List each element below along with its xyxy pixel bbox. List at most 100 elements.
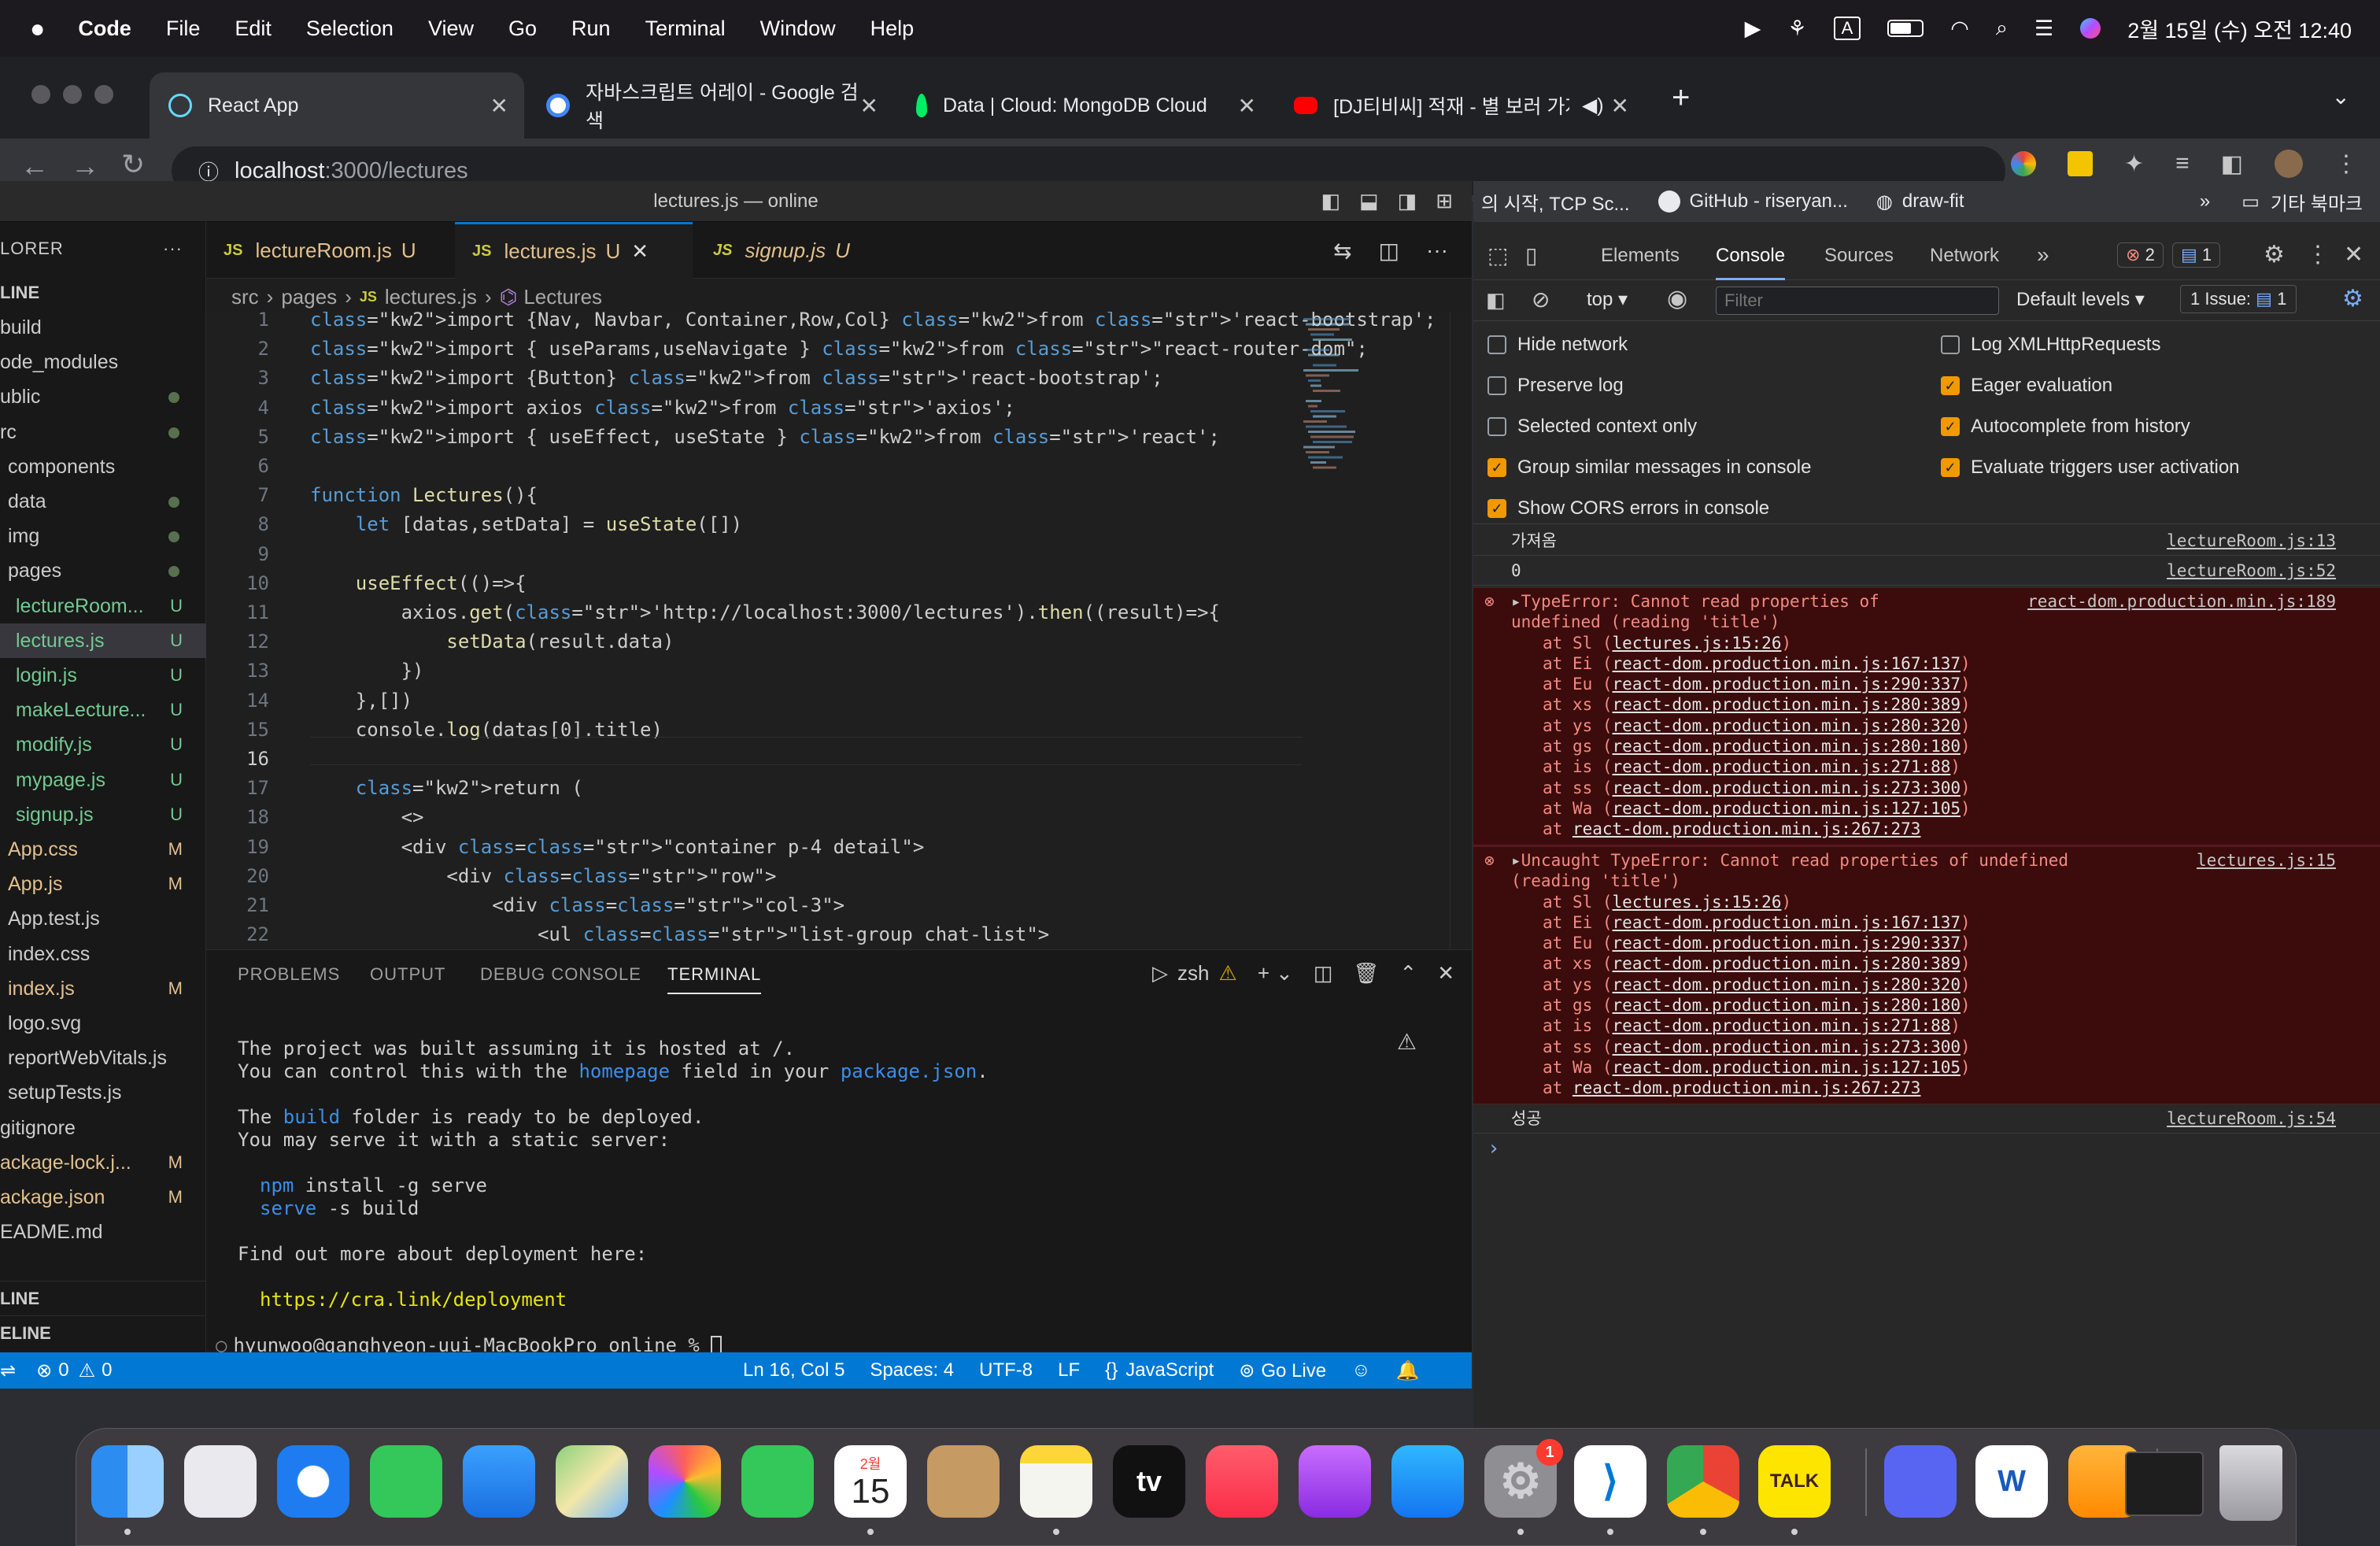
chevron-down-icon[interactable]: ⌄	[1276, 961, 1293, 986]
console-setting-checkbox[interactable]: ✓ Evaluate triggers user activation	[1941, 457, 2240, 479]
file-tree-item[interactable]: components	[0, 449, 206, 484]
browser-tab[interactable]: React App ✕	[150, 72, 524, 139]
more-bookmarks-icon[interactable]: »	[2200, 190, 2210, 213]
forward-icon[interactable]: →	[71, 150, 99, 183]
checkbox-checked-icon[interactable]: ✓	[1941, 417, 1960, 436]
breadcrumb-item[interactable]: lectures.js	[385, 285, 477, 309]
menu-terminal[interactable]: Terminal	[645, 17, 726, 41]
settings-gear-icon[interactable]: ⚙	[2264, 241, 2285, 268]
warning-icon[interactable]: ⚠	[79, 1359, 96, 1382]
browser-tab[interactable]: Data | Cloud: MongoDB Cloud ✕	[897, 72, 1272, 139]
menu-kebab-icon[interactable]: ⋮	[2334, 150, 2358, 178]
maximize-panel-icon[interactable]: ⌃	[1399, 961, 1417, 986]
reload-icon[interactable]: ↻	[121, 148, 145, 181]
toggle-panel-icon[interactable]: ⬓	[1359, 189, 1379, 213]
file-tree-item[interactable]: build	[0, 310, 206, 345]
stack-frame-link[interactable]: react-dom.production.min.js:127:105	[1613, 799, 1961, 818]
file-tree-item[interactable]: reportWebVitals.js	[0, 1041, 206, 1075]
menu-run[interactable]: Run	[571, 17, 611, 41]
context-selector[interactable]: top ▾	[1587, 288, 1628, 311]
file-tree-item[interactable]: rc	[0, 415, 206, 449]
feedback-icon[interactable]: ☺	[1351, 1359, 1371, 1381]
appletv-icon[interactable]: tv	[1113, 1445, 1185, 1518]
chrome-icon[interactable]	[1667, 1445, 1739, 1518]
console-setting-checkbox[interactable]: Log XMLHttpRequests	[1941, 334, 2160, 356]
checkbox-unchecked-icon[interactable]	[1488, 376, 1506, 395]
split-terminal-icon[interactable]: ◫	[1314, 961, 1333, 986]
file-tree-item[interactable]: index.css	[0, 937, 206, 971]
encoding[interactable]: UTF-8	[979, 1359, 1033, 1381]
file-tree-item[interactable]: EADME.md	[0, 1215, 206, 1249]
live-expression-eye-icon[interactable]: ◉	[1667, 285, 1687, 313]
safari-icon[interactable]	[277, 1445, 349, 1518]
messages-icon[interactable]	[370, 1445, 442, 1518]
extension-yellow-icon[interactable]	[2067, 151, 2093, 176]
log-source-link[interactable]: lectureRoom.js:52	[2167, 556, 2336, 586]
expand-arrow-icon[interactable]: ▸	[1511, 851, 1521, 870]
file-tree-item[interactable]: login.js U	[0, 658, 206, 693]
extensions-puzzle-icon[interactable]: ✦	[2124, 150, 2144, 178]
stack-frame-link[interactable]: lectures.js:15:26	[1613, 893, 1782, 912]
stack-frame-link[interactable]: react-dom.production.min.js:280:389	[1613, 695, 1961, 714]
menu-go[interactable]: Go	[508, 17, 537, 41]
menu-file[interactable]: File	[166, 17, 201, 41]
checkbox-checked-icon[interactable]: ✓	[1488, 499, 1506, 518]
code-editor[interactable]: 1 class="kw2">import {Nav, Navbar, Contai…	[206, 312, 1472, 949]
clear-console-icon[interactable]: ⊘	[1532, 287, 1550, 313]
avatar[interactable]	[2275, 150, 2303, 178]
language-mode[interactable]: {} JavaScript	[1105, 1359, 1214, 1381]
window-zoom-icon[interactable]	[94, 85, 113, 104]
battery-icon[interactable]	[1887, 20, 1924, 37]
breadcrumb-item[interactable]: Lectures	[523, 285, 602, 309]
file-tree-item[interactable]: lectureRoom... U	[0, 589, 206, 623]
other-bookmarks[interactable]: 기타 북마크	[2271, 188, 2363, 216]
toggle-secondary-sidebar-icon[interactable]: ◨	[1398, 189, 1417, 213]
side-panel-icon[interactable]: ◧	[2221, 150, 2243, 178]
checkbox-checked-icon[interactable]: ✓	[1941, 376, 1960, 395]
tab-network[interactable]: Network	[1930, 231, 1999, 280]
stack-frame-link[interactable]: lectures.js:15:26	[1613, 634, 1782, 653]
file-tree-item[interactable]: lectures.js U	[0, 623, 206, 658]
bookmark-item[interactable]: GitHub - riseryan...	[1690, 190, 1848, 213]
console-setting-checkbox[interactable]: Selected context only	[1488, 416, 1697, 438]
minimized-window-thumbnail[interactable]	[2125, 1452, 2204, 1516]
split-editor-icon[interactable]: ◫	[1379, 238, 1399, 264]
speaker-icon[interactable]: ◀)	[1582, 94, 1604, 117]
stack-frame-link[interactable]: react-dom.production.min.js:280:320	[1613, 716, 1961, 735]
shell-name[interactable]: zsh	[1177, 961, 1209, 986]
apple-icon[interactable]: ●	[30, 14, 45, 43]
log-source-link[interactable]: lectures.js:15	[2197, 850, 2336, 871]
close-panel-icon[interactable]: ✕	[1437, 961, 1454, 986]
line-ending[interactable]: LF	[1058, 1359, 1080, 1381]
notifications-icon[interactable]: 🔔	[1396, 1359, 1420, 1382]
error-icon[interactable]: ⊗	[36, 1359, 52, 1382]
console-setting-checkbox[interactable]: ✓ Group similar messages in console	[1488, 457, 1812, 479]
stack-frame-link[interactable]: react-dom.production.min.js:271:88	[1613, 1016, 1951, 1035]
photos-icon[interactable]	[649, 1445, 721, 1518]
wifi-icon[interactable]: ◠	[1950, 17, 1969, 41]
appstore-icon[interactable]	[1391, 1445, 1464, 1518]
file-tree-item[interactable]: ackage-lock.j... M	[0, 1145, 206, 1180]
device-toolbar-icon[interactable]: ▯	[1525, 242, 1537, 268]
search-icon[interactable]: ⌕	[1996, 16, 2008, 41]
console-log-entry[interactable]: 성공 lectureRoom.js:54	[1473, 1104, 2380, 1134]
menu-window[interactable]: Window	[760, 17, 836, 41]
go-live-button[interactable]: ⊚ Go Live	[1239, 1359, 1326, 1382]
tab-output[interactable]: OUTPUT	[370, 964, 445, 985]
file-tree-item[interactable]: gitignore	[0, 1111, 206, 1145]
console-error-entry[interactable]: ⊗ ▸Uncaught TypeError: Cannot read proper…	[1473, 846, 2380, 1104]
checkbox-checked-icon[interactable]: ✓	[1488, 458, 1506, 477]
close-tab-icon[interactable]: ✕	[1238, 93, 1256, 119]
menu-view[interactable]: View	[428, 17, 474, 41]
window-close-icon[interactable]	[31, 85, 50, 104]
cursor-position[interactable]: Ln 16, Col 5	[743, 1359, 844, 1381]
stack-frame-link[interactable]: react-dom.production.min.js:271:88	[1613, 757, 1951, 776]
browser-tab[interactable]: [DJ티비씨] 적재 - 별 보러 가자 ◀) ✕	[1275, 72, 1645, 139]
sidebar-toggle-icon[interactable]: ◧	[1486, 288, 1506, 313]
music-icon[interactable]	[1206, 1445, 1278, 1518]
editor-tab-lectures[interactable]: JS lectures.js U ✕	[455, 222, 693, 279]
extension-color-icon[interactable]	[2010, 151, 2036, 176]
finder-icon[interactable]	[91, 1445, 164, 1518]
stack-frame-link[interactable]: react-dom.production.min.js:290:337	[1613, 675, 1961, 693]
back-icon[interactable]: ←	[20, 150, 49, 183]
